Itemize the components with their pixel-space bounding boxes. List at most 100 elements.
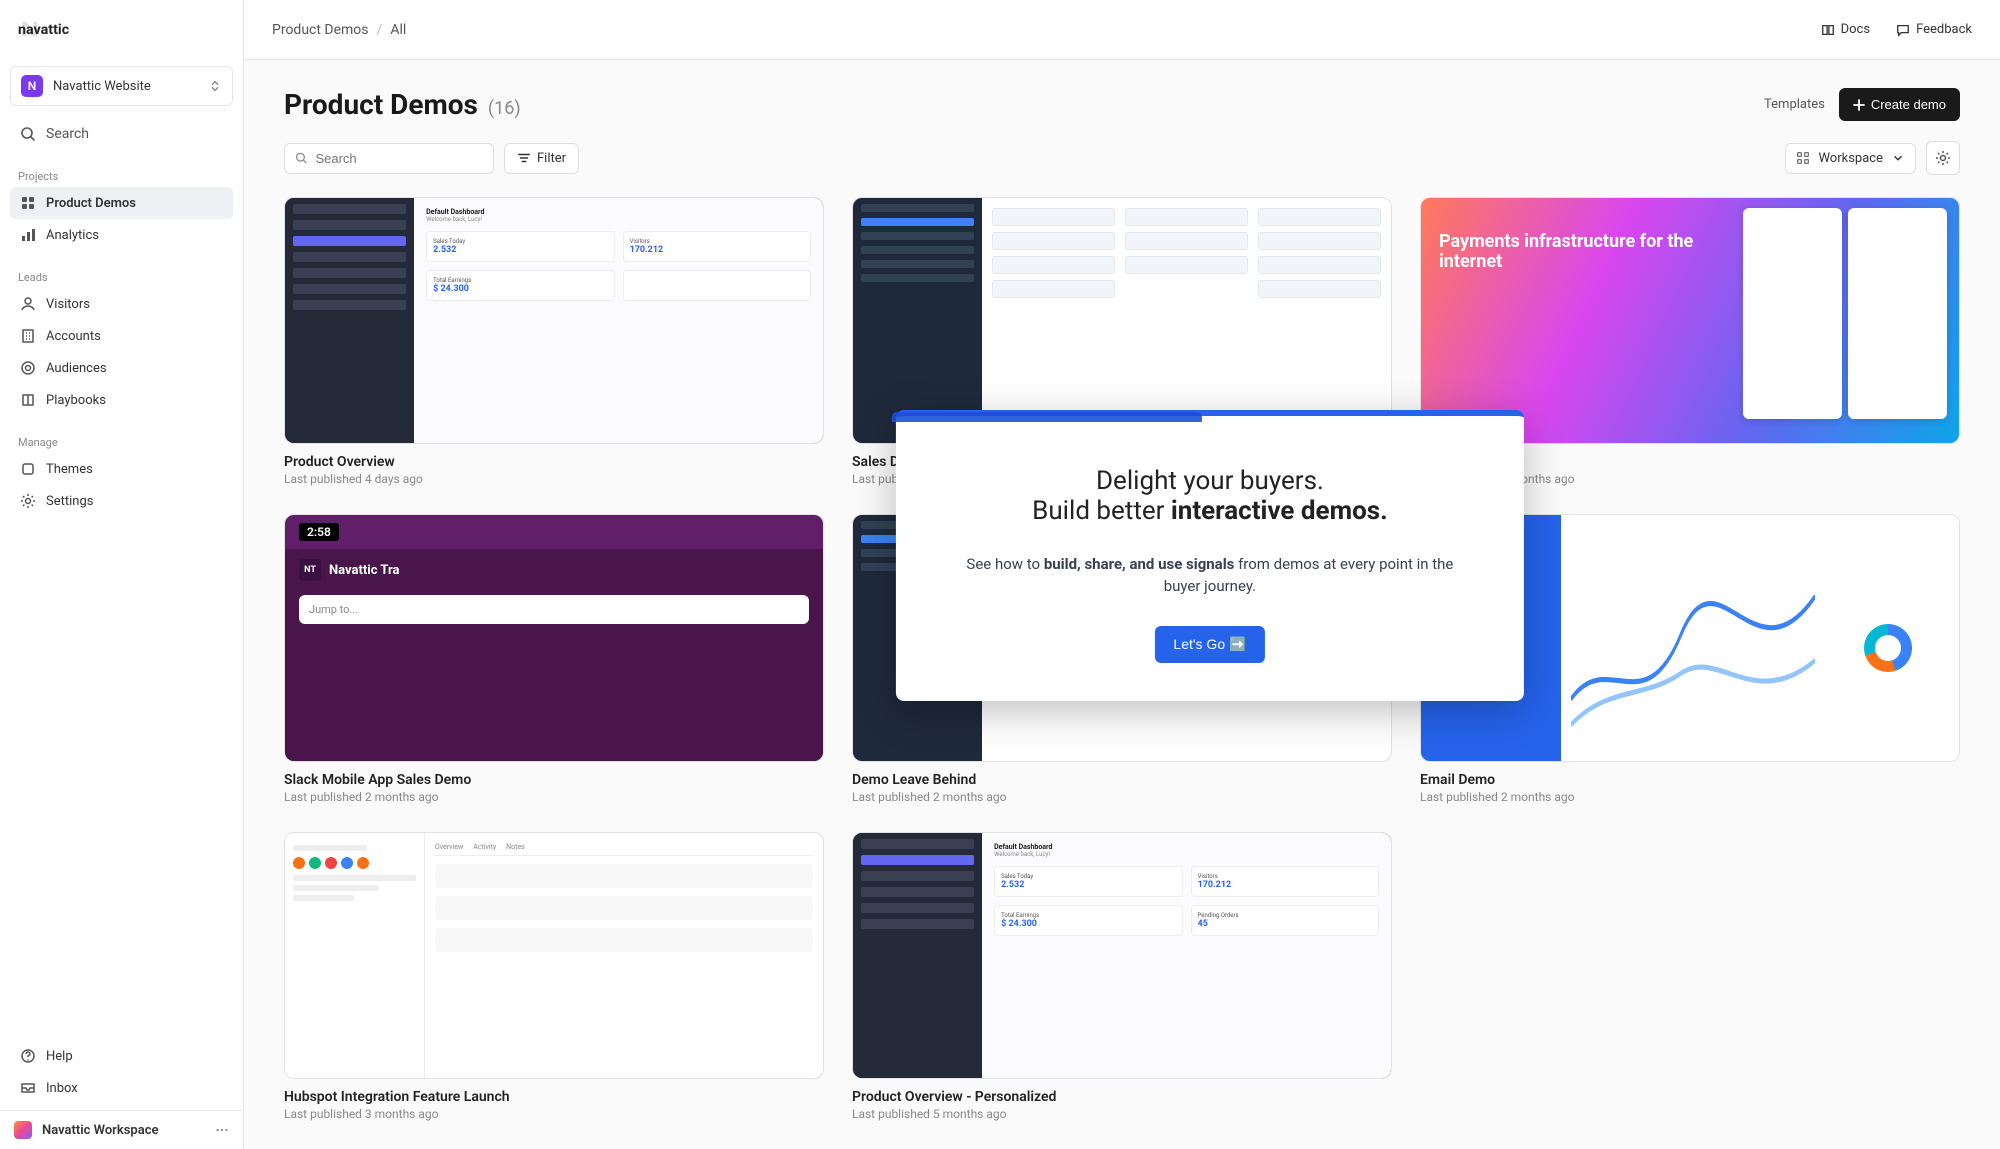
- sidebar-item-product-demos[interactable]: Product Demos: [10, 187, 233, 219]
- sidebar-item-playbooks[interactable]: Playbooks: [10, 384, 233, 416]
- sidebar-item-label: Help: [46, 1049, 73, 1064]
- overlay-accent-bar: [892, 412, 1202, 422]
- demo-card[interactable]: Default Dashboard Welcome back, Lucy! Sa…: [284, 197, 824, 486]
- sidebar-item-analytics[interactable]: Analytics: [10, 219, 233, 251]
- sidebar-item-label: Playbooks: [46, 393, 106, 408]
- search-button[interactable]: Search: [10, 118, 233, 150]
- breadcrumb-root[interactable]: Product Demos: [272, 22, 369, 38]
- palette-icon: [20, 461, 36, 477]
- chart-bar-icon: [20, 227, 36, 243]
- workspace-footer-switcher[interactable]: Navattic Workspace: [0, 1110, 243, 1149]
- grid-icon: [20, 195, 36, 211]
- brand: navattic: [0, 0, 243, 58]
- user-icon: [20, 296, 36, 312]
- demo-thumbnail: [852, 197, 1392, 444]
- create-demo-label: Create demo: [1871, 97, 1946, 112]
- speech-bubble-icon: [1896, 23, 1910, 37]
- workspace-footer-name: Navattic Workspace: [42, 1123, 158, 1138]
- chevron-down-icon: [1891, 151, 1905, 165]
- sidebar-item-label: Analytics: [46, 228, 99, 243]
- search-label: Search: [46, 126, 89, 142]
- overlay-title: Delight your buyers. Build better intera…: [956, 466, 1464, 526]
- sidebar-item-label: Visitors: [46, 297, 90, 312]
- demo-card-title: Hubspot Integration Feature Launch: [284, 1089, 824, 1105]
- breadcrumb: Product Demos / All: [272, 22, 406, 38]
- sidebar-section-manage: Manage: [10, 428, 233, 453]
- docs-label: Docs: [1841, 22, 1870, 37]
- search-input-wrap[interactable]: [284, 143, 494, 174]
- demo-thumbnail: OverviewActivityNotes: [284, 832, 824, 1079]
- target-icon: [20, 360, 36, 376]
- search-icon: [295, 151, 307, 165]
- workspace-badge: N: [21, 75, 43, 97]
- demo-card-title: Email Demo: [1420, 772, 1960, 788]
- breadcrumb-separator: /: [377, 22, 383, 38]
- sidebar-section-leads: Leads: [10, 263, 233, 288]
- filter-icon: [517, 151, 531, 165]
- brand-logo: navattic: [18, 18, 118, 40]
- settings-view-button[interactable]: [1926, 141, 1960, 175]
- page-title: Product Demos: [284, 88, 478, 121]
- demo-card[interactable]: Default Dashboard Welcome back, Lucy! Sa…: [852, 832, 1392, 1121]
- chevron-up-down-icon: [208, 79, 222, 93]
- sidebar-item-audiences[interactable]: Audiences: [10, 352, 233, 384]
- demo-card-subtitle: Last published 4 days ago: [284, 472, 824, 486]
- sidebar-item-settings[interactable]: Settings: [10, 485, 233, 517]
- view-dropdown[interactable]: Workspace: [1785, 143, 1916, 174]
- sidebar-item-visitors[interactable]: Visitors: [10, 288, 233, 320]
- demo-thumbnail: Default Dashboard Welcome back, Lucy! Sa…: [284, 197, 824, 444]
- sidebar-section-projects: Projects: [10, 162, 233, 187]
- sidebar-item-label: Audiences: [46, 361, 107, 376]
- demo-card-title: Demo Leave Behind: [852, 772, 1392, 788]
- sidebar-item-label: Accounts: [46, 329, 101, 344]
- dots-icon: [215, 1123, 229, 1137]
- demo-card-subtitle: Last published 3 months ago: [284, 1107, 824, 1121]
- sidebar-item-accounts[interactable]: Accounts: [10, 320, 233, 352]
- demo-card-subtitle: Last published 2 months ago: [1420, 790, 1960, 804]
- demo-card-title: Product Overview - Personalized: [852, 1089, 1392, 1105]
- svg-text:navattic: navattic: [18, 22, 70, 38]
- sidebar-item-inbox[interactable]: Inbox: [10, 1072, 233, 1104]
- topbar: Product Demos / All Docs Feedback: [244, 0, 2000, 60]
- workspace-name: Navattic Website: [53, 79, 198, 94]
- filter-label: Filter: [537, 151, 566, 166]
- overlay-body: See how to build, share, and use signals…: [956, 554, 1464, 598]
- gear-icon: [20, 493, 36, 509]
- breadcrumb-leaf: All: [390, 22, 406, 38]
- view-label: Workspace: [1818, 151, 1883, 166]
- grid-view-icon: [1796, 151, 1810, 165]
- building-icon: [20, 328, 36, 344]
- lets-go-button[interactable]: Let's Go ➡️: [1155, 626, 1264, 663]
- filter-button[interactable]: Filter: [504, 143, 579, 174]
- sidebar: navattic N Navattic Website Search Proje…: [0, 0, 244, 1149]
- demo-card-title: Slack Mobile App Sales Demo: [284, 772, 824, 788]
- feedback-label: Feedback: [1916, 22, 1972, 37]
- demo-card-subtitle: Last published 2 months ago: [852, 790, 1392, 804]
- sidebar-item-themes[interactable]: Themes: [10, 453, 233, 485]
- demo-card-subtitle: Last published 5 months ago: [852, 1107, 1392, 1121]
- demo-card[interactable]: 2:58 NT Navattic Tra Jump to... Slack Mo…: [284, 514, 824, 803]
- workspace-switcher[interactable]: N Navattic Website: [10, 66, 233, 106]
- demo-card-title: Product Overview: [284, 454, 824, 470]
- workspace-avatar-icon: [14, 1121, 32, 1139]
- onboarding-overlay: Delight your buyers. Build better intera…: [896, 410, 1524, 701]
- inbox-icon: [20, 1080, 36, 1096]
- search-icon: [20, 126, 36, 142]
- sidebar-item-help[interactable]: Help: [10, 1040, 233, 1072]
- book-icon: [20, 392, 36, 408]
- sidebar-item-label: Inbox: [46, 1081, 78, 1096]
- demo-card[interactable]: OverviewActivityNotes Hubspot Integratio…: [284, 832, 824, 1121]
- gear-icon: [1935, 150, 1951, 166]
- demo-card-subtitle: Last published 2 months ago: [284, 790, 824, 804]
- demo-thumbnail: 2:58 NT Navattic Tra Jump to...: [284, 514, 824, 761]
- demo-thumbnail: Payments infrastructure for the internet: [1420, 197, 1960, 444]
- create-demo-button[interactable]: Create demo: [1839, 88, 1960, 121]
- templates-link[interactable]: Templates: [1764, 97, 1825, 112]
- feedback-link[interactable]: Feedback: [1896, 22, 1972, 37]
- sidebar-item-label: Product Demos: [46, 196, 136, 211]
- sidebar-item-label: Themes: [46, 462, 93, 477]
- demo-thumbnail: Default Dashboard Welcome back, Lucy! Sa…: [852, 832, 1392, 1079]
- search-input[interactable]: [315, 151, 483, 166]
- docs-link[interactable]: Docs: [1821, 22, 1870, 37]
- count-badge: (16): [488, 98, 521, 119]
